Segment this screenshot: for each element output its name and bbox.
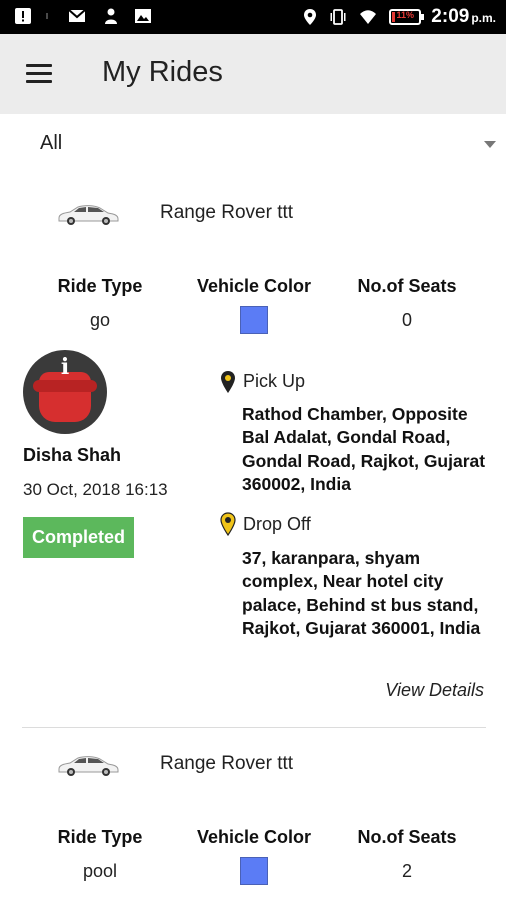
person-icon [105,8,117,24]
seats-label: No.of Seats [357,827,457,847]
rider-name: Disha Shah [23,445,122,465]
ride-card: Range Rover ttt Ride Type Vehicle Color … [0,741,506,900]
notification-icons [14,7,152,25]
vehicle-color-label: Vehicle Color [196,276,312,296]
info-icon: i [60,354,70,380]
pickup-address: Rathod Chamber, Opposite Bal Adalat, Gon… [242,404,486,494]
vehicle-row: Range Rover ttt [0,190,506,240]
seats-label: No.of Seats [357,276,457,296]
clock: 2:09 p.m. [431,6,496,28]
image-icon [135,9,151,23]
pickup-label: Pick Up [243,371,306,391]
menu-icon[interactable] [26,64,54,84]
ride-type-label: Ride Type [57,827,143,847]
vehicle-name: Range Rover ttt [160,753,294,774]
battery-text: 11% [396,10,415,20]
dropoff-pin-icon [220,512,236,536]
ride-type-value: pool [82,861,118,881]
dropdown-caret-icon [484,141,496,148]
car-icon [58,756,119,776]
car-icon [58,205,119,225]
vehicle-color-label: Vehicle Color [196,827,312,847]
clock-time: 2:09 [431,6,470,27]
ride-filter-dropdown[interactable]: All [0,122,506,168]
vehicle-color-swatch [240,857,268,885]
app-toolbar: My Rides [0,34,506,114]
alert-icon [15,8,31,24]
vehicle-name: Range Rover ttt [160,202,294,223]
status-bar: 11% 2:09 p.m. [0,0,506,34]
ride-type-value: go [89,310,111,330]
dropoff-address: 37, karanpara, shyam complex, Near hotel… [242,548,481,638]
vehicle-row: Range Rover ttt [0,741,506,791]
card-divider [22,727,486,728]
system-icons: 11% 2:09 p.m. [301,6,496,28]
vehicle-color-swatch [240,306,268,334]
ride-date: 30 Oct, 2018 16:13 [23,480,168,499]
status-badge: Completed [23,517,134,558]
more-vert-icon [46,13,48,19]
ride-card: Range Rover ttt Ride Type Vehicle Color … [0,190,506,740]
dropoff-label: Drop Off [243,514,311,534]
gmail-icon [68,9,86,22]
filter-selected-value: All [40,132,63,154]
pickup-pin-icon [221,371,235,393]
view-details-link[interactable]: View Details [385,680,484,701]
vibrate-icon [330,9,346,25]
location-icon [304,9,317,25]
battery-icon: 11% [389,9,425,25]
clock-ampm: p.m. [471,11,496,25]
seats-value: 0 [401,310,412,330]
page-title: My Rides [102,56,223,88]
wifi-icon [360,10,377,24]
seats-value: 2 [401,861,412,881]
ride-type-label: Ride Type [57,276,143,296]
avatar: i [23,350,107,434]
